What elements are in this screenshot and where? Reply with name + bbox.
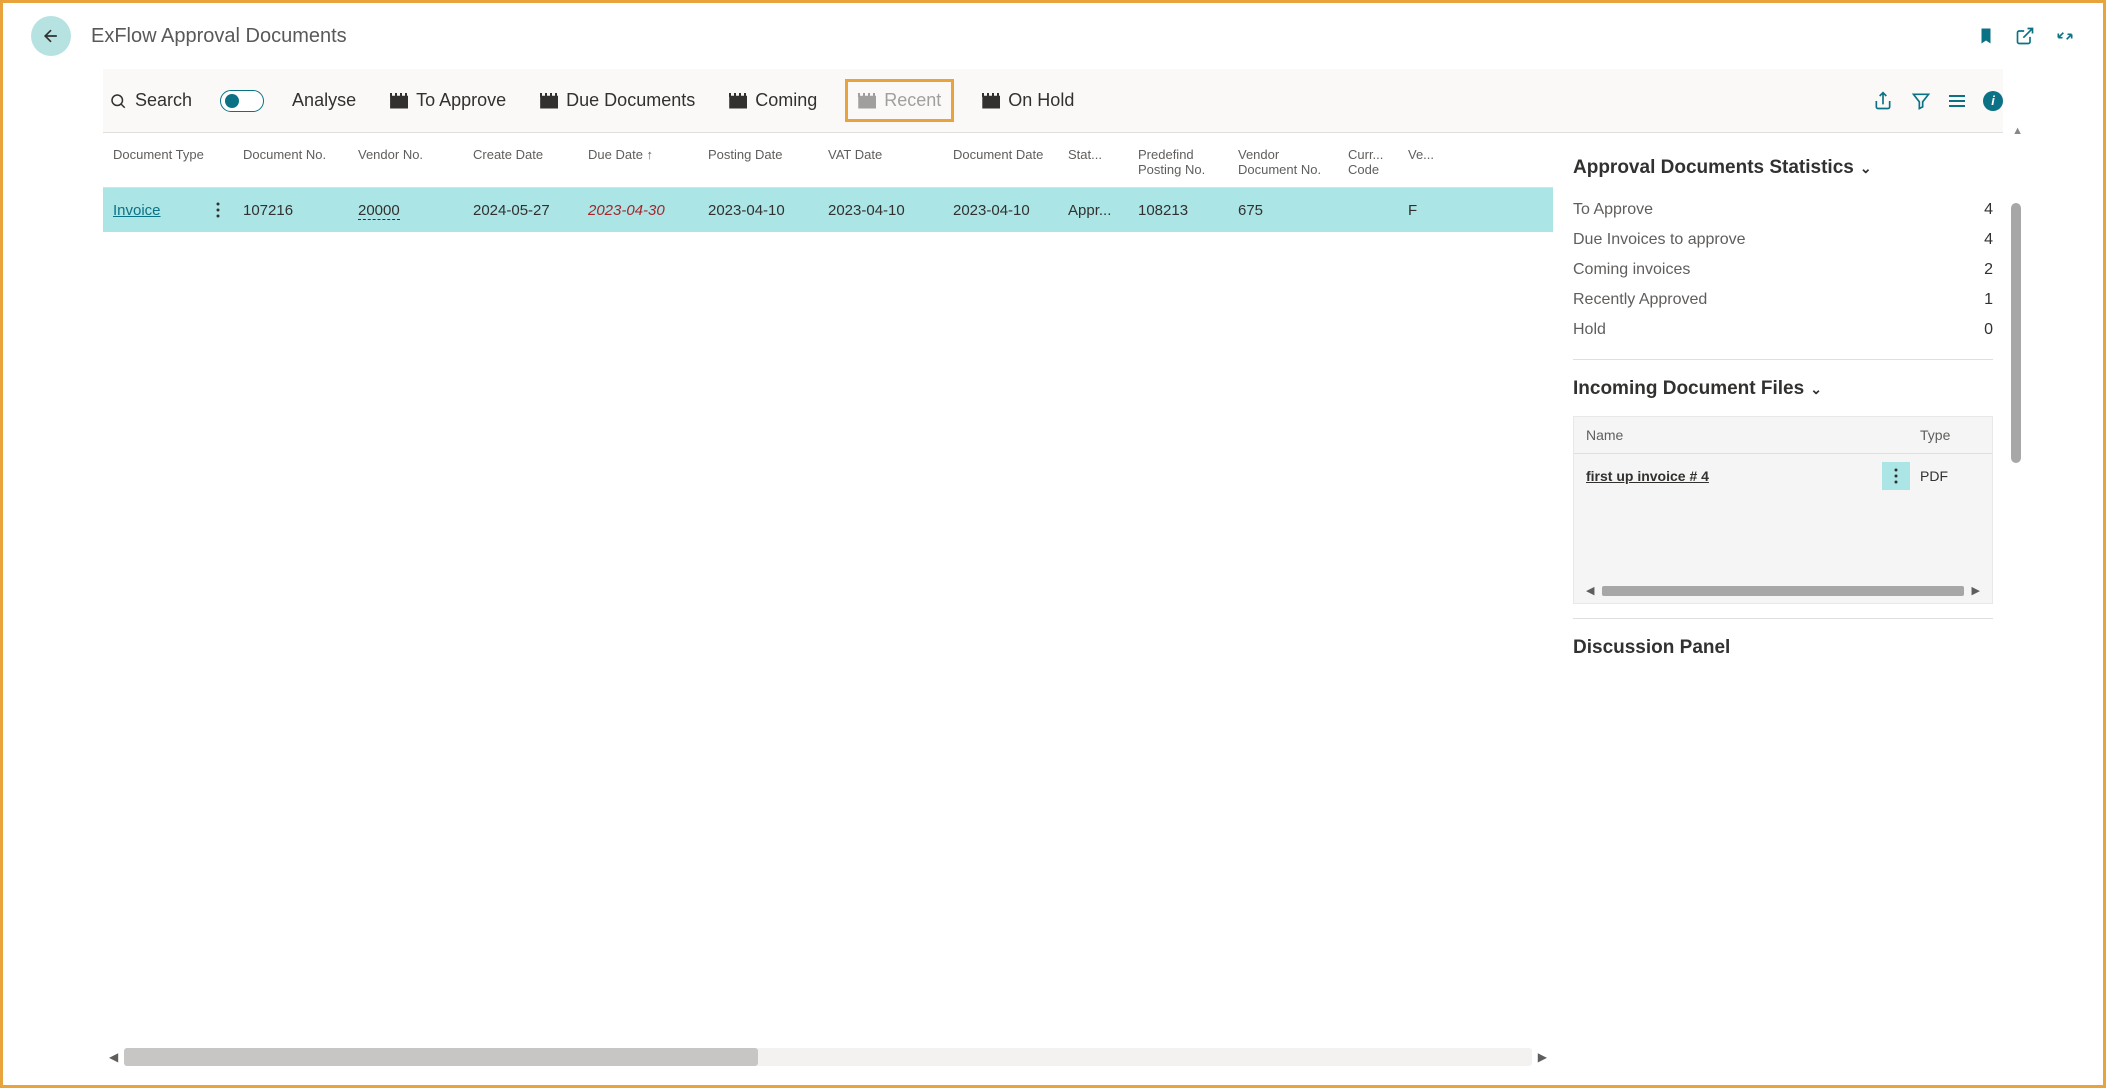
- arrow-left-icon: [41, 26, 61, 46]
- col-header-due-date[interactable]: Due Date ↑: [578, 147, 698, 177]
- popout-icon[interactable]: [2015, 26, 2035, 46]
- cell-predef: 108213: [1128, 202, 1228, 219]
- page-title: ExFlow Approval Documents: [91, 25, 347, 48]
- analyse-label: Analyse: [286, 86, 362, 115]
- files-box: Name Type first up invoice # 4 PDF ◀ ▶: [1573, 416, 1993, 604]
- search-icon: [109, 92, 127, 110]
- film-icon: [390, 93, 408, 109]
- file-type: PDF: [1920, 468, 1980, 484]
- files-h-scroll[interactable]: ◀ ▶: [1574, 578, 1992, 603]
- row-menu-icon[interactable]: [203, 202, 233, 218]
- cell-create-date: 2024-05-27: [463, 202, 578, 219]
- cell-vendor-doc: 675: [1228, 202, 1338, 219]
- col-header-doc-no[interactable]: Document No.: [233, 147, 348, 177]
- files-section-header[interactable]: Incoming Document Files ⌄: [1573, 378, 1993, 400]
- scroll-right-icon[interactable]: ▶: [1968, 584, 1984, 597]
- col-header-status[interactable]: Stat...: [1058, 147, 1128, 177]
- stat-value: 1: [1984, 291, 1993, 309]
- col-header-vendor-no[interactable]: Vendor No.: [348, 147, 463, 177]
- search-button[interactable]: Search: [103, 86, 198, 115]
- film-icon: [729, 93, 747, 109]
- share-icon[interactable]: [1873, 91, 1893, 111]
- cell-posting-date: 2023-04-10: [698, 202, 818, 219]
- cell-doc-no: 107216: [233, 202, 348, 219]
- col-header-predef[interactable]: Predefind Posting No.: [1128, 147, 1228, 177]
- divider: [1573, 359, 1993, 360]
- stat-row: Due Invoices to approve 4: [1573, 225, 1993, 255]
- cell-doc-date: 2023-04-10: [943, 202, 1058, 219]
- list-icon[interactable]: [1949, 95, 1965, 107]
- page-header: ExFlow Approval Documents: [3, 3, 2103, 69]
- scroll-thumb[interactable]: [1602, 586, 1963, 596]
- vertical-scrollbar[interactable]: [2011, 203, 2021, 463]
- collapse-icon[interactable]: [2055, 26, 2075, 46]
- stat-value: 4: [1984, 201, 1993, 219]
- stat-label: Coming invoices: [1573, 261, 1690, 279]
- stat-row: Coming invoices 2: [1573, 255, 1993, 285]
- due-documents-button[interactable]: Due Documents: [534, 86, 701, 115]
- files-col-name[interactable]: Name: [1586, 427, 1920, 443]
- stat-label: Hold: [1573, 321, 1606, 339]
- col-header-create-date[interactable]: Create Date: [463, 147, 578, 177]
- cell-due-date: 2023-04-30: [588, 202, 665, 219]
- data-table: Document Type Document No. Vendor No. Cr…: [103, 133, 1553, 1083]
- cell-vat-date: 2023-04-10: [818, 202, 943, 219]
- stat-row: To Approve 4: [1573, 195, 1993, 225]
- film-icon: [540, 93, 558, 109]
- col-header-vat-date[interactable]: VAT Date: [818, 147, 943, 177]
- file-row[interactable]: first up invoice # 4 PDF: [1574, 454, 1992, 498]
- toggle-knob: [225, 94, 239, 108]
- file-row-menu-icon[interactable]: [1882, 462, 1910, 490]
- on-hold-button[interactable]: On Hold: [976, 86, 1080, 115]
- col-header-posting-date[interactable]: Posting Date: [698, 147, 818, 177]
- stat-row: Recently Approved 1: [1573, 285, 1993, 315]
- stat-value: 4: [1984, 231, 1993, 249]
- stat-value: 2: [1984, 261, 1993, 279]
- chevron-down-icon: ⌄: [1860, 160, 1872, 177]
- cell-status: Appr...: [1058, 202, 1128, 219]
- stat-row: Hold 0: [1573, 315, 1993, 345]
- scroll-right-icon[interactable]: ▶: [1532, 1050, 1553, 1064]
- coming-button[interactable]: Coming: [723, 86, 823, 115]
- scroll-track[interactable]: [124, 1048, 1532, 1066]
- side-panel: Approval Documents Statistics ⌄ To Appro…: [1553, 133, 2003, 1083]
- stats-section-header[interactable]: Approval Documents Statistics ⌄: [1573, 157, 1993, 179]
- scroll-left-icon[interactable]: ◀: [103, 1050, 124, 1064]
- stat-label: Recently Approved: [1573, 291, 1707, 309]
- scroll-up-icon[interactable]: ▲: [2012, 125, 2023, 137]
- horizontal-scrollbar[interactable]: ◀ ▶: [103, 1047, 1553, 1067]
- divider: [1573, 618, 1993, 619]
- col-header-doc-date[interactable]: Document Date: [943, 147, 1058, 177]
- analyse-toggle[interactable]: [220, 90, 264, 112]
- search-label: Search: [135, 90, 192, 111]
- back-button[interactable]: [31, 16, 71, 56]
- film-icon: [858, 93, 876, 109]
- col-header-v[interactable]: Ve...: [1398, 147, 1428, 177]
- discussion-section-header[interactable]: Discussion Panel: [1573, 637, 1993, 659]
- table-row[interactable]: Invoice 107216 20000 2024-05-27 2023-04-…: [103, 188, 1553, 232]
- recent-button: Recent: [845, 79, 954, 122]
- film-icon: [982, 93, 1000, 109]
- files-header: Name Type: [1574, 417, 1992, 454]
- stat-label: To Approve: [1573, 201, 1653, 219]
- file-name-link[interactable]: first up invoice # 4: [1586, 468, 1882, 484]
- chevron-down-icon: ⌄: [1810, 381, 1822, 398]
- col-header-doc-type[interactable]: Document Type: [103, 147, 233, 177]
- col-header-curr[interactable]: Curr... Code: [1338, 147, 1398, 177]
- to-approve-button[interactable]: To Approve: [384, 86, 512, 115]
- scroll-thumb[interactable]: [124, 1048, 757, 1066]
- cell-v: F: [1398, 202, 1428, 219]
- vendor-link[interactable]: 20000: [358, 202, 400, 220]
- doc-type-link[interactable]: Invoice: [113, 202, 161, 219]
- stat-label: Due Invoices to approve: [1573, 231, 1746, 249]
- files-col-type[interactable]: Type: [1920, 427, 1980, 443]
- stat-value: 0: [1984, 321, 1993, 339]
- filter-icon[interactable]: [1911, 91, 1931, 111]
- bookmark-icon[interactable]: [1977, 25, 1995, 47]
- col-header-vendor-doc[interactable]: Vendor Document No.: [1228, 147, 1338, 177]
- scroll-left-icon[interactable]: ◀: [1582, 584, 1598, 597]
- info-icon[interactable]: i: [1983, 91, 2003, 111]
- toolbar: Search Analyse To Approve Due Documents …: [103, 69, 2003, 133]
- table-header-row: Document Type Document No. Vendor No. Cr…: [103, 133, 1553, 188]
